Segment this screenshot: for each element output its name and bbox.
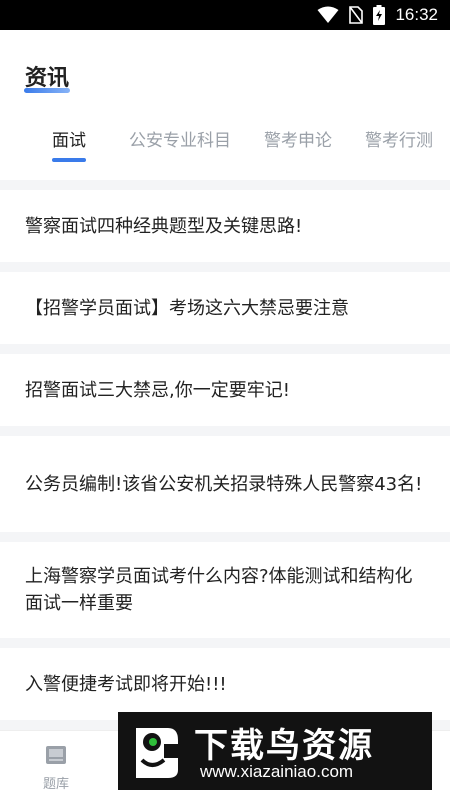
tab-active-indicator [52, 158, 86, 162]
nav-item-question-bank[interactable]: 题库 [36, 745, 76, 792]
article-title: 招警面试三大禁忌,你一定要牢记! [25, 379, 290, 401]
watermark-url: www.xiazainiao.com [200, 762, 354, 781]
article-title: 【招警学员面试】考场这六大禁忌要注意 [25, 297, 349, 319]
status-bar: 16:32 [0, 0, 450, 30]
battery-charging-icon [373, 5, 386, 25]
article-title: 警察面试四种经典题型及关键思路! [25, 215, 303, 237]
bird-logo-icon [124, 720, 186, 782]
tab-aptitude[interactable]: 警考行测 [365, 126, 433, 151]
list-item[interactable]: 招警面试三大禁忌,你一定要牢记! [0, 354, 450, 426]
list-item[interactable]: 警察面试四种经典题型及关键思路! [0, 190, 450, 262]
nav-label: 题库 [42, 777, 69, 792]
watermark-overlay: 下载鸟资源 www.xiazainiao.com [118, 712, 432, 790]
article-title: 上海警察学员面试考什么内容?体能测试和结构化面试一样重要 [25, 566, 413, 614]
list-item[interactable]: 入警便捷考试即将开始!!! [0, 648, 450, 720]
list-item[interactable]: 【招警学员面试】考场这六大禁忌要注意 [0, 272, 450, 344]
list-item[interactable]: 上海警察学员面试考什么内容?体能测试和结构化面试一样重要 [0, 542, 450, 638]
page-title: 资讯 [25, 66, 70, 91]
watermark-title: 下载鸟资源 [194, 726, 374, 766]
wifi-icon [317, 6, 339, 24]
tab-police-major[interactable]: 公安专业科目 [129, 126, 231, 151]
tab-essay[interactable]: 警考申论 [264, 126, 332, 151]
no-sim-icon [349, 6, 364, 24]
article-title: 公务员编制!该省公安机关招录特殊人民警察43名! [25, 473, 423, 495]
tab-interview[interactable]: 面试 [52, 126, 86, 151]
list-item[interactable]: 公务员编制!该省公安机关招录特殊人民警察43名! [0, 436, 450, 532]
status-time: 16:32 [395, 5, 438, 24]
header: 资讯 面试 公安专业科目 警考申论 警考行测 [0, 30, 450, 180]
question-bank-icon [45, 745, 67, 769]
article-title: 入警便捷考试即将开始!!! [25, 673, 227, 695]
